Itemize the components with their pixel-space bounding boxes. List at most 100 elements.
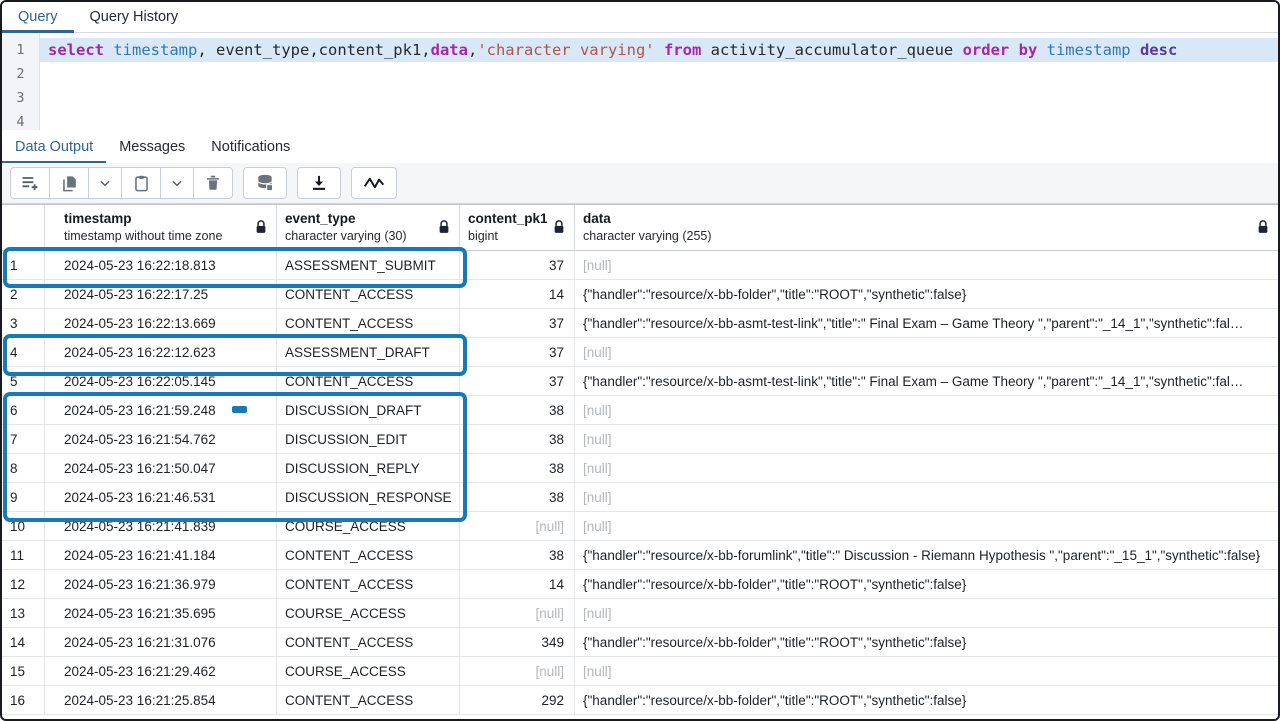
event-type-cell[interactable]: ASSESSMENT_SUBMIT [277, 251, 460, 280]
timestamp-cell[interactable]: 2024-05-23 16:22:17.25 [45, 280, 277, 309]
event-type-cell[interactable]: CONTENT_ACCESS [277, 628, 460, 657]
content-pk1-cell[interactable]: 292 [460, 686, 575, 715]
timestamp-cell[interactable]: 2024-05-23 16:21:25.854 [45, 686, 277, 715]
sql-editor[interactable]: 1234 select timestamp, event_type,conten… [2, 33, 1278, 130]
row-number-cell[interactable]: 9 [2, 483, 45, 512]
paste-button[interactable] [121, 167, 161, 199]
data-cell[interactable]: [null] [575, 512, 1278, 541]
row-number-cell[interactable]: 13 [2, 599, 45, 628]
row-number-cell[interactable]: 3 [2, 309, 45, 338]
timestamp-cell[interactable]: 2024-05-23 16:22:05.145 [45, 367, 277, 396]
timestamp-cell[interactable]: 2024-05-23 16:22:18.813 [45, 251, 277, 280]
content-pk1-cell[interactable]: [null] [460, 657, 575, 686]
content-pk1-cell[interactable]: 14 [460, 280, 575, 309]
row-number-cell[interactable]: 1 [2, 251, 45, 280]
content-pk1-cell[interactable]: 37 [460, 309, 575, 338]
timestamp-cell[interactable]: 2024-05-23 16:21:50.047 [45, 454, 277, 483]
timestamp-cell[interactable]: 2024-05-23 16:21:35.695 [45, 599, 277, 628]
content-pk1-cell[interactable]: [null] [460, 599, 575, 628]
tab-data-output[interactable]: Data Output [2, 130, 106, 163]
data-cell[interactable]: [null] [575, 454, 1278, 483]
copy-button[interactable] [49, 167, 89, 199]
event-type-cell[interactable]: DISCUSSION_EDIT [277, 425, 460, 454]
row-number-cell[interactable]: 16 [2, 686, 45, 715]
event-type-cell[interactable]: DISCUSSION_REPLY [277, 454, 460, 483]
content-pk1-cell[interactable]: 349 [460, 628, 575, 657]
sql-line-3[interactable] [40, 86, 1278, 110]
timestamp-cell[interactable]: 2024-05-23 16:22:13.669 [45, 309, 277, 338]
sql-line-1[interactable]: select timestamp, event_type,content_pk1… [40, 38, 1278, 62]
tab-notifications[interactable]: Notifications [198, 130, 303, 163]
data-cell[interactable]: {"handler":"resource/x-bb-forumlink","ti… [575, 541, 1278, 570]
content-pk1-cell[interactable]: [null] [460, 512, 575, 541]
timestamp-cell[interactable]: 2024-05-23 16:21:41.839 [45, 512, 277, 541]
content-pk1-cell[interactable]: 14 [460, 570, 575, 599]
event-type-cell[interactable]: CONTENT_ACCESS [277, 309, 460, 338]
row-number-cell[interactable]: 10 [2, 512, 45, 541]
paste-options-button[interactable] [160, 167, 194, 199]
content-pk1-cell[interactable]: 38 [460, 541, 575, 570]
data-cell[interactable]: {"handler":"resource/x-bb-folder","title… [575, 570, 1278, 599]
timestamp-cell[interactable]: 2024-05-23 16:21:59.248 [45, 396, 277, 425]
data-cell[interactable]: [null] [575, 599, 1278, 628]
event-type-cell[interactable]: COURSE_ACCESS [277, 657, 460, 686]
content-pk1-cell[interactable]: 37 [460, 251, 575, 280]
column-header-timestamp[interactable]: timestamp timestamp without time zone [45, 205, 277, 251]
row-number-cell[interactable]: 12 [2, 570, 45, 599]
event-type-cell[interactable]: CONTENT_ACCESS [277, 570, 460, 599]
timestamp-cell[interactable]: 2024-05-23 16:21:36.979 [45, 570, 277, 599]
timestamp-cell[interactable]: 2024-05-23 16:21:29.462 [45, 657, 277, 686]
event-type-cell[interactable]: COURSE_ACCESS [277, 599, 460, 628]
row-number-cell[interactable]: 7 [2, 425, 45, 454]
column-header-event-type[interactable]: event_type character varying (30) [277, 205, 460, 251]
data-cell[interactable]: [null] [575, 251, 1278, 280]
row-number-cell[interactable]: 8 [2, 454, 45, 483]
copy-options-button[interactable] [88, 167, 122, 199]
row-number-cell[interactable]: 15 [2, 657, 45, 686]
data-cell[interactable]: [null] [575, 396, 1278, 425]
timestamp-cell[interactable]: 2024-05-23 16:21:41.184 [45, 541, 277, 570]
data-cell[interactable]: [null] [575, 483, 1278, 512]
tab-messages[interactable]: Messages [106, 130, 198, 163]
data-cell[interactable]: {"handler":"resource/x-bb-folder","title… [575, 628, 1278, 657]
event-type-cell[interactable]: CONTENT_ACCESS [277, 686, 460, 715]
timestamp-cell[interactable]: 2024-05-23 16:21:46.531 [45, 483, 277, 512]
editor-code-area[interactable]: select timestamp, event_type,content_pk1… [40, 33, 1278, 130]
content-pk1-cell[interactable]: 38 [460, 396, 575, 425]
row-number-cell[interactable]: 2 [2, 280, 45, 309]
save-results-to-file-button[interactable] [297, 167, 341, 199]
row-number-cell[interactable]: 4 [2, 338, 45, 367]
event-type-cell[interactable]: ASSESSMENT_DRAFT [277, 338, 460, 367]
data-cell[interactable]: [null] [575, 657, 1278, 686]
content-pk1-cell[interactable]: 38 [460, 425, 575, 454]
event-type-cell[interactable]: CONTENT_ACCESS [277, 541, 460, 570]
event-type-cell[interactable]: DISCUSSION_DRAFT [277, 396, 460, 425]
row-number-cell[interactable]: 11 [2, 541, 45, 570]
data-cell[interactable]: {"handler":"resource/x-bb-folder","title… [575, 280, 1278, 309]
row-number-cell[interactable]: 14 [2, 628, 45, 657]
data-cell[interactable]: [null] [575, 338, 1278, 367]
tab-query[interactable]: Query [2, 2, 74, 32]
graph-visualiser-button[interactable] [351, 167, 397, 199]
data-cell[interactable]: {"handler":"resource/x-bb-asmt-test-link… [575, 367, 1278, 396]
tab-query-history[interactable]: Query History [74, 2, 195, 32]
sql-line-2[interactable] [40, 62, 1278, 86]
row-number-cell[interactable]: 5 [2, 367, 45, 396]
content-pk1-cell[interactable]: 38 [460, 454, 575, 483]
content-pk1-cell[interactable]: 37 [460, 367, 575, 396]
event-type-cell[interactable]: COURSE_ACCESS [277, 512, 460, 541]
timestamp-cell[interactable]: 2024-05-23 16:21:54.762 [45, 425, 277, 454]
timestamp-cell[interactable]: 2024-05-23 16:22:12.623 [45, 338, 277, 367]
row-number-header[interactable] [2, 205, 45, 251]
add-row-button[interactable] [10, 167, 50, 199]
data-cell[interactable]: {"handler":"resource/x-bb-folder","title… [575, 686, 1278, 715]
delete-row-button[interactable] [193, 167, 233, 199]
content-pk1-cell[interactable]: 37 [460, 338, 575, 367]
save-data-changes-button[interactable] [243, 167, 287, 199]
column-header-data[interactable]: data character varying (255) [575, 205, 1278, 251]
column-header-content-pk1[interactable]: content_pk1 bigint [460, 205, 575, 251]
content-pk1-cell[interactable]: 38 [460, 483, 575, 512]
data-cell[interactable]: [null] [575, 425, 1278, 454]
event-type-cell[interactable]: CONTENT_ACCESS [277, 280, 460, 309]
event-type-cell[interactable]: CONTENT_ACCESS [277, 367, 460, 396]
